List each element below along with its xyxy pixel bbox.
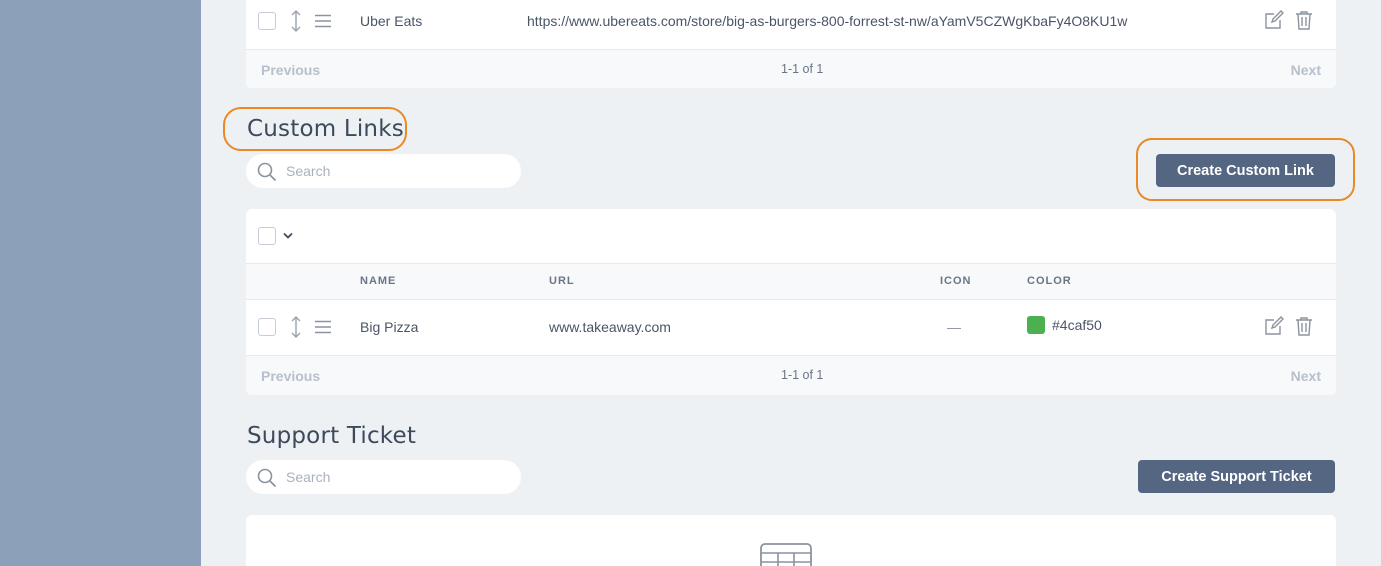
- link-icon: —: [947, 319, 961, 335]
- previous-button[interactable]: Previous: [261, 62, 320, 78]
- next-button[interactable]: Next: [1291, 62, 1321, 78]
- column-color[interactable]: COLOR: [1027, 275, 1072, 287]
- search-input[interactable]: [286, 467, 506, 487]
- trash-icon[interactable]: [1294, 316, 1314, 336]
- edit-icon[interactable]: [1264, 316, 1284, 336]
- custom-links-table: NAME URL ICON COLOR Big Pizza www.takeaw…: [246, 209, 1336, 395]
- link-url: www.takeaway.com: [549, 319, 671, 335]
- chevron-down-icon[interactable]: [283, 232, 293, 240]
- page-count: 1-1 of 1: [781, 368, 824, 382]
- delivery-links-card: Uber Eats https://www.ubereats.com/store…: [246, 0, 1336, 88]
- color-swatch: [1027, 316, 1045, 334]
- column-url[interactable]: URL: [549, 275, 575, 287]
- pagination: Previous 1-1 of 1 Next: [246, 355, 1336, 395]
- table-header: NAME URL ICON COLOR: [246, 264, 1336, 300]
- sort-arrows-icon[interactable]: [290, 10, 302, 32]
- sidebar: [0, 0, 201, 566]
- button-highlight: [1136, 138, 1355, 201]
- column-name[interactable]: NAME: [360, 275, 396, 287]
- column-icon[interactable]: ICON: [940, 275, 972, 287]
- support-ticket-title: Support Ticket: [247, 423, 417, 449]
- create-support-ticket-button[interactable]: Create Support Ticket: [1138, 460, 1335, 493]
- trash-icon[interactable]: [1294, 10, 1314, 30]
- link-url: https://www.ubereats.com/store/big-as-bu…: [527, 13, 1128, 29]
- edit-icon[interactable]: [1264, 10, 1284, 30]
- search-icon: [257, 162, 277, 182]
- custom-links-search: [246, 154, 521, 188]
- link-name: Big Pizza: [360, 319, 419, 335]
- table-toolbar: [246, 209, 1336, 264]
- row-checkbox[interactable]: [258, 12, 276, 30]
- support-ticket-table: [246, 515, 1336, 566]
- pagination: Previous 1-1 of 1 Next: [246, 49, 1336, 88]
- link-color: #4caf50: [1052, 317, 1102, 333]
- support-ticket-search: [246, 460, 521, 494]
- table-row: Uber Eats https://www.ubereats.com/store…: [246, 0, 1336, 50]
- link-name: Uber Eats: [360, 13, 423, 29]
- sort-arrows-icon[interactable]: [290, 316, 302, 338]
- title-highlight: [223, 107, 407, 151]
- table-row: Big Pizza www.takeaway.com — #4caf50: [246, 300, 1336, 355]
- page-count: 1-1 of 1: [781, 62, 824, 76]
- select-all-checkbox[interactable]: [258, 227, 276, 245]
- next-button[interactable]: Next: [1291, 368, 1321, 384]
- row-checkbox[interactable]: [258, 318, 276, 336]
- table-icon: [760, 543, 812, 566]
- search-input[interactable]: [286, 161, 506, 181]
- search-icon: [257, 468, 277, 488]
- drag-handle-icon[interactable]: [315, 14, 331, 28]
- previous-button[interactable]: Previous: [261, 368, 320, 384]
- drag-handle-icon[interactable]: [315, 320, 331, 334]
